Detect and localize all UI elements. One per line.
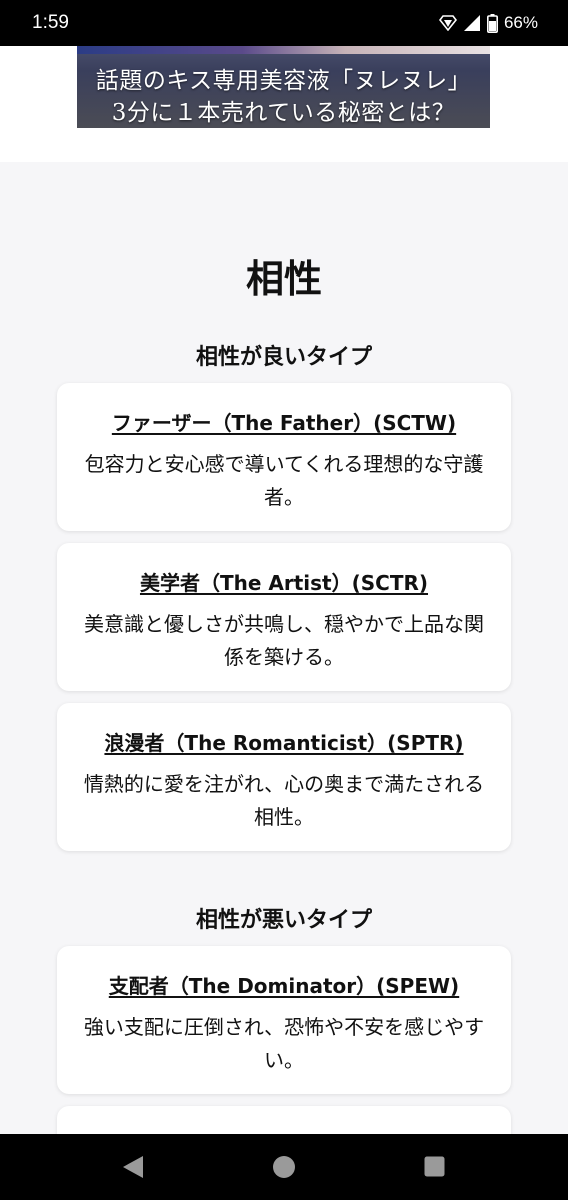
bad-type-card: 支配者（The Dominator）(SPEW) 強い支配に圧倒され、恐怖や不安… (57, 946, 511, 1094)
good-type-description: 美意識と優しさが共鳴し、穏やかで上品な関係を築ける。 (84, 612, 484, 669)
battery-percentage: 66% (503, 13, 538, 32)
battery-icon (486, 13, 498, 33)
signal-diamond-icon (438, 15, 457, 31)
status-icons: 66% (438, 13, 538, 33)
good-type-card: 浪漫者（The Romanticist）(SPTR) 情熱的に愛を注がれ、心の奥… (57, 703, 511, 851)
good-type-description: 情熱的に愛を注がれ、心の奥まで満たされる相性。 (83, 772, 485, 829)
ad-text-line-2: 3分に１本売れている秘密とは？ (111, 100, 456, 126)
back-icon[interactable] (121, 1154, 145, 1184)
bad-types-heading: 相性が悪いタイプ (195, 908, 372, 933)
cell-signal-icon (463, 14, 481, 32)
status-bar: 1:59 66% (0, 0, 568, 46)
navigation-bar (0, 1134, 568, 1200)
good-types-heading: 相性が良いタイプ (195, 345, 372, 370)
good-type-description: 包容力と安心感で導いてくれる理想的な守護者。 (84, 452, 484, 509)
section-title: 相性 (245, 257, 322, 301)
ad-banner-image-strip (77, 46, 490, 54)
bad-type-link[interactable]: 支配者（The Dominator）(SPEW) (109, 970, 459, 999)
ad-text-line-1: 話題のキス専用美容液「ヌレヌレ」 (95, 68, 472, 94)
bad-type-description: 強い支配に圧倒され、恐怖や不安を感じやすい。 (83, 1015, 485, 1072)
good-type-card: ファーザー（The Father）(SCTW) 包容力と安心感で導いてくれる理想… (57, 383, 511, 531)
top-ad-area: 話題のキス専用美容液「ヌレヌレ」 3分に１本売れている秘密とは？ (0, 46, 568, 162)
recents-icon[interactable] (424, 1156, 445, 1181)
status-time: 1:59 (32, 12, 69, 33)
good-type-card: 美学者（The Artist）(SCTR) 美意識と優しさが共鳴し、穏やかで上品… (57, 543, 511, 691)
good-type-link[interactable]: 美学者（The Artist）(SCTR) (140, 567, 428, 596)
good-type-link[interactable]: 浪漫者（The Romanticist）(SPTR) (104, 727, 463, 756)
home-icon[interactable] (272, 1155, 296, 1183)
good-type-link[interactable]: ファーザー（The Father）(SCTW) (112, 407, 456, 436)
ad-banner[interactable]: 話題のキス専用美容液「ヌレヌレ」 3分に１本売れている秘密とは？ (77, 46, 490, 128)
